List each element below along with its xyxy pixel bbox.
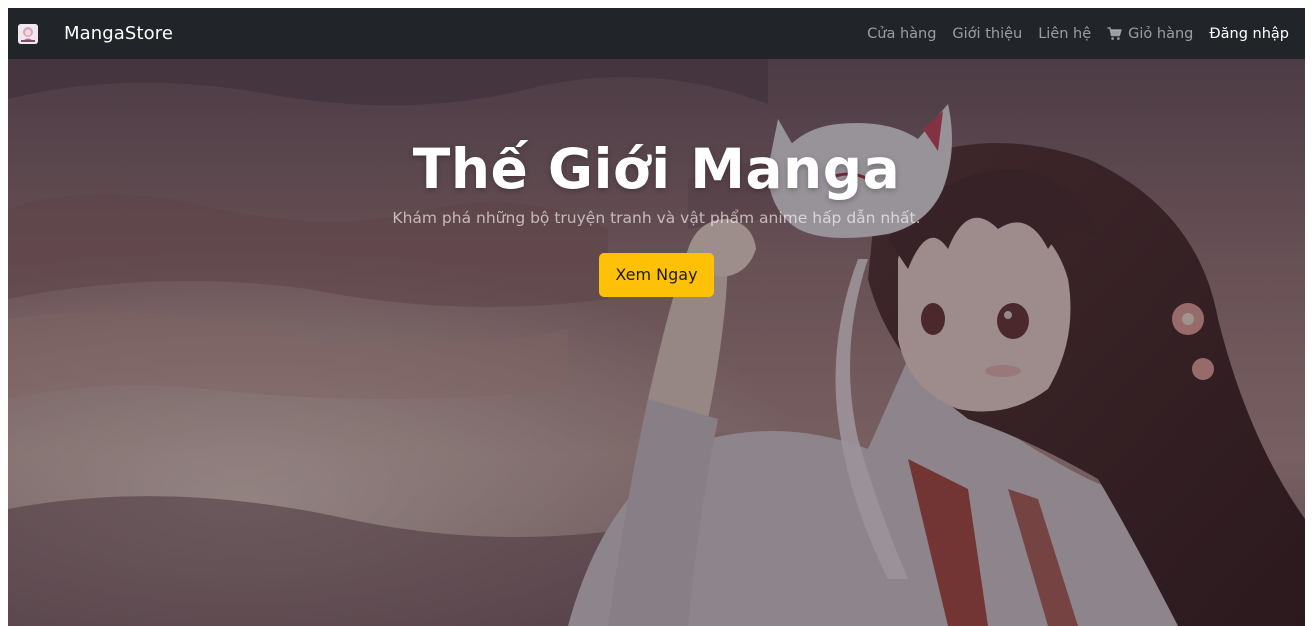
hero-title: Thế Giới Manga <box>412 137 901 201</box>
hero-subtitle: Khám phá những bộ truyện tranh và vật ph… <box>392 209 921 227</box>
nav-link-shop[interactable]: Cửa hàng <box>859 26 944 42</box>
view-now-button[interactable]: Xem Ngay <box>599 253 714 297</box>
nav-link-cart[interactable]: Giỏ hàng <box>1099 26 1201 42</box>
nav-link-about[interactable]: Giới thiệu <box>944 26 1030 42</box>
page-frame: MangaStore Cửa hàng Giới thiệu Liên hệ G… <box>8 8 1305 626</box>
brand-link[interactable]: MangaStore <box>18 23 173 44</box>
top-navbar: MangaStore Cửa hàng Giới thiệu Liên hệ G… <box>8 8 1305 59</box>
brand-name: MangaStore <box>64 23 173 44</box>
hero-section: Thế Giới Manga Khám phá những bộ truyện … <box>8 59 1305 626</box>
nav-link-cart-label: Giỏ hàng <box>1128 25 1194 42</box>
nav-links: Cửa hàng Giới thiệu Liên hệ Giỏ hàng Đăn… <box>859 26 1289 42</box>
brand-logo-icon <box>18 23 38 44</box>
nav-link-login[interactable]: Đăng nhập <box>1201 26 1289 42</box>
cart-icon <box>1107 26 1122 41</box>
hero-content: Thế Giới Manga Khám phá những bộ truyện … <box>8 129 1305 297</box>
nav-link-contact[interactable]: Liên hệ <box>1030 26 1099 42</box>
